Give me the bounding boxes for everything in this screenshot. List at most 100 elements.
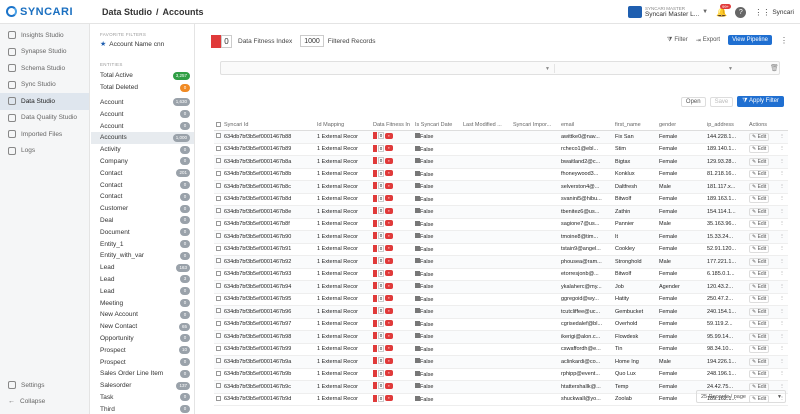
row-select-cell[interactable] <box>214 170 222 178</box>
table-row[interactable]: 634db7bf3b5ef0001467b8b 1 External Recor 0… <box>214 169 788 181</box>
entity-item[interactable]: Prospect 0 <box>91 356 194 368</box>
row-more-icon[interactable]: ⋮ <box>779 246 785 252</box>
table-row[interactable]: 634db7bf3b5ef0001467b95 1 External Recor 0… <box>214 294 788 306</box>
open-filter-button[interactable]: Open <box>680 96 706 107</box>
row-more-icon[interactable]: ⋮ <box>779 309 785 315</box>
entity-item[interactable]: Contact 0 <box>91 191 194 203</box>
table-row[interactable]: 634db7bf3b5ef0001467b8f 1 External Recor 0… <box>214 219 788 231</box>
row-checkbox[interactable] <box>216 320 221 326</box>
entity-item[interactable]: Activity 0 <box>91 144 194 156</box>
table-row[interactable]: 634db7bf3b5ef0001467b8c 1 External Recor 0… <box>214 181 788 194</box>
table-row[interactable]: 634db7bf3b5ef0001467b97 1 External Recor 0… <box>214 319 788 331</box>
cell-id-mapping[interactable]: 1 External Recor <box>315 134 371 140</box>
view-pipeline-button[interactable]: View Pipeline <box>728 35 772 45</box>
entity-item[interactable]: Deal 0 <box>91 215 194 227</box>
cell-id-mapping[interactable]: 1 External Recor <box>315 321 371 327</box>
cell-id-mapping[interactable]: 1 External Recor <box>315 271 371 277</box>
cell-id-mapping[interactable]: 1 External Recor <box>315 234 371 240</box>
nav-item-logs[interactable]: Logs <box>0 143 89 160</box>
edit-button[interactable]: ✎ Edit <box>749 232 770 241</box>
column-header[interactable]: Syncari Impor... <box>511 122 559 128</box>
table-row[interactable]: 634db7bf3b5ef0001467b94 1 External Recor 0… <box>214 281 788 294</box>
table-row[interactable]: 634db7bf3b5ef0001467b98 1 External Recor 0… <box>214 331 788 344</box>
row-checkbox[interactable] <box>216 370 221 376</box>
filter-button[interactable]: ⧩ Filter <box>667 37 688 44</box>
row-checkbox[interactable] <box>216 208 221 214</box>
cell-id-mapping[interactable]: 1 External Recor <box>315 371 371 377</box>
edit-button[interactable]: ✎ Edit <box>749 345 770 354</box>
row-more-icon[interactable]: ⋮ <box>779 196 785 202</box>
logo[interactable]: SYNCARI <box>0 0 90 24</box>
row-checkbox[interactable] <box>216 145 221 151</box>
edit-button[interactable]: ✎ Edit <box>749 182 770 191</box>
entity-item[interactable]: Sales Order Line Item 0 <box>91 368 194 380</box>
table-row[interactable]: 634db7bf3b5ef0001467b89 1 External Recor 0… <box>214 144 788 156</box>
table-row[interactable]: 634db7bf3b5ef0001467b8a 1 External Recor 0… <box>214 156 788 169</box>
edit-button[interactable]: ✎ Edit <box>749 270 770 279</box>
row-select-cell[interactable] <box>214 233 222 240</box>
entity-item[interactable]: New Contact 65 <box>91 321 194 333</box>
column-header[interactable]: email <box>559 122 613 128</box>
entity-item[interactable]: Task 0 <box>91 392 194 404</box>
entity-item[interactable]: Prospect 10 <box>91 344 194 356</box>
column-header[interactable]: ip_address <box>705 122 747 128</box>
column-header[interactable]: gender <box>657 122 705 128</box>
table-row[interactable]: 634db7bf3b5ef0001467b8d 1 External Recor 0… <box>214 194 788 206</box>
edit-button[interactable]: ✎ Edit <box>749 145 770 154</box>
row-checkbox[interactable] <box>216 283 221 289</box>
row-select-cell[interactable] <box>214 370 222 378</box>
entity-item[interactable]: Account 0 <box>91 120 194 132</box>
row-checkbox[interactable] <box>216 270 221 276</box>
apply-filter-button[interactable]: ⧩ Apply Filter <box>737 96 784 107</box>
entity-item[interactable]: Contact 201 <box>91 167 194 179</box>
row-select-cell[interactable] <box>214 295 222 303</box>
edit-button[interactable]: ✎ Edit <box>749 320 770 329</box>
help-icon[interactable]: ? <box>735 6 747 18</box>
row-select-cell[interactable] <box>214 220 222 228</box>
delete-filter-icon[interactable]: 🗑 <box>770 64 779 72</box>
row-more-icon[interactable]: ⋮ <box>779 234 785 240</box>
favorite-filter-item[interactable]: ★ Account Name cnn <box>91 37 194 49</box>
row-more-icon[interactable]: ⋮ <box>779 259 785 265</box>
row-select-cell[interactable] <box>214 145 222 153</box>
select-all-cell[interactable] <box>214 121 222 129</box>
edit-button[interactable]: ✎ Edit <box>749 132 770 141</box>
edit-button[interactable]: ✎ Edit <box>749 245 770 254</box>
nav-item-insights-studio[interactable]: Insights Studio <box>0 27 89 44</box>
nav-item-data-quality-studio[interactable]: Data Quality Studio <box>0 110 89 127</box>
nav-item-synapse-studio[interactable]: Synapse Studio <box>0 44 89 61</box>
row-more-icon[interactable]: ⋮ <box>779 146 785 152</box>
more-options-icon[interactable]: ⋮ <box>780 36 788 45</box>
cell-id-mapping[interactable]: 1 External Recor <box>315 334 371 340</box>
nav-settings[interactable]: Settings <box>0 377 90 394</box>
row-more-icon[interactable]: ⋮ <box>779 346 785 352</box>
entity-item[interactable]: Accounts 1,000 <box>91 131 194 144</box>
row-checkbox[interactable] <box>216 308 221 314</box>
edit-button[interactable]: ✎ Edit <box>749 282 770 291</box>
total-deleted-row[interactable]: Total Deleted 0 <box>91 82 194 94</box>
entity-item[interactable]: Account 1,630 <box>91 97 194 109</box>
column-header[interactable]: Data Fitness In <box>371 122 413 128</box>
row-more-icon[interactable]: ⋮ <box>779 271 785 277</box>
row-checkbox[interactable] <box>216 195 221 201</box>
column-header[interactable]: Id Mapping <box>315 122 371 128</box>
edit-button[interactable]: ✎ Edit <box>749 207 770 216</box>
cell-id-mapping[interactable]: 1 External Recor <box>315 396 371 402</box>
cell-id-mapping[interactable]: 1 External Recor <box>315 284 371 290</box>
row-more-icon[interactable]: ⋮ <box>779 384 785 390</box>
edit-button[interactable]: ✎ Edit <box>749 357 770 366</box>
entity-item[interactable]: Lead 163 <box>91 262 194 274</box>
row-select-cell[interactable] <box>214 308 222 315</box>
row-select-cell[interactable] <box>214 245 222 253</box>
nav-item-data-studio[interactable]: Data Studio <box>0 93 89 110</box>
filter-value-select[interactable]: ▼ <box>561 64 737 73</box>
row-select-cell[interactable] <box>214 283 222 290</box>
edit-button[interactable]: ✎ Edit <box>749 332 770 341</box>
entity-item[interactable]: Document 0 <box>91 226 194 238</box>
cell-id-mapping[interactable]: 1 External Recor <box>315 196 371 202</box>
row-select-cell[interactable] <box>214 258 222 265</box>
row-more-icon[interactable]: ⋮ <box>779 334 785 340</box>
cell-id-mapping[interactable]: 1 External Recor <box>315 246 371 252</box>
edit-button[interactable]: ✎ Edit <box>749 370 770 379</box>
table-row[interactable]: 634db7bf3b5ef0001467b99 1 External Recor 0… <box>214 344 788 356</box>
